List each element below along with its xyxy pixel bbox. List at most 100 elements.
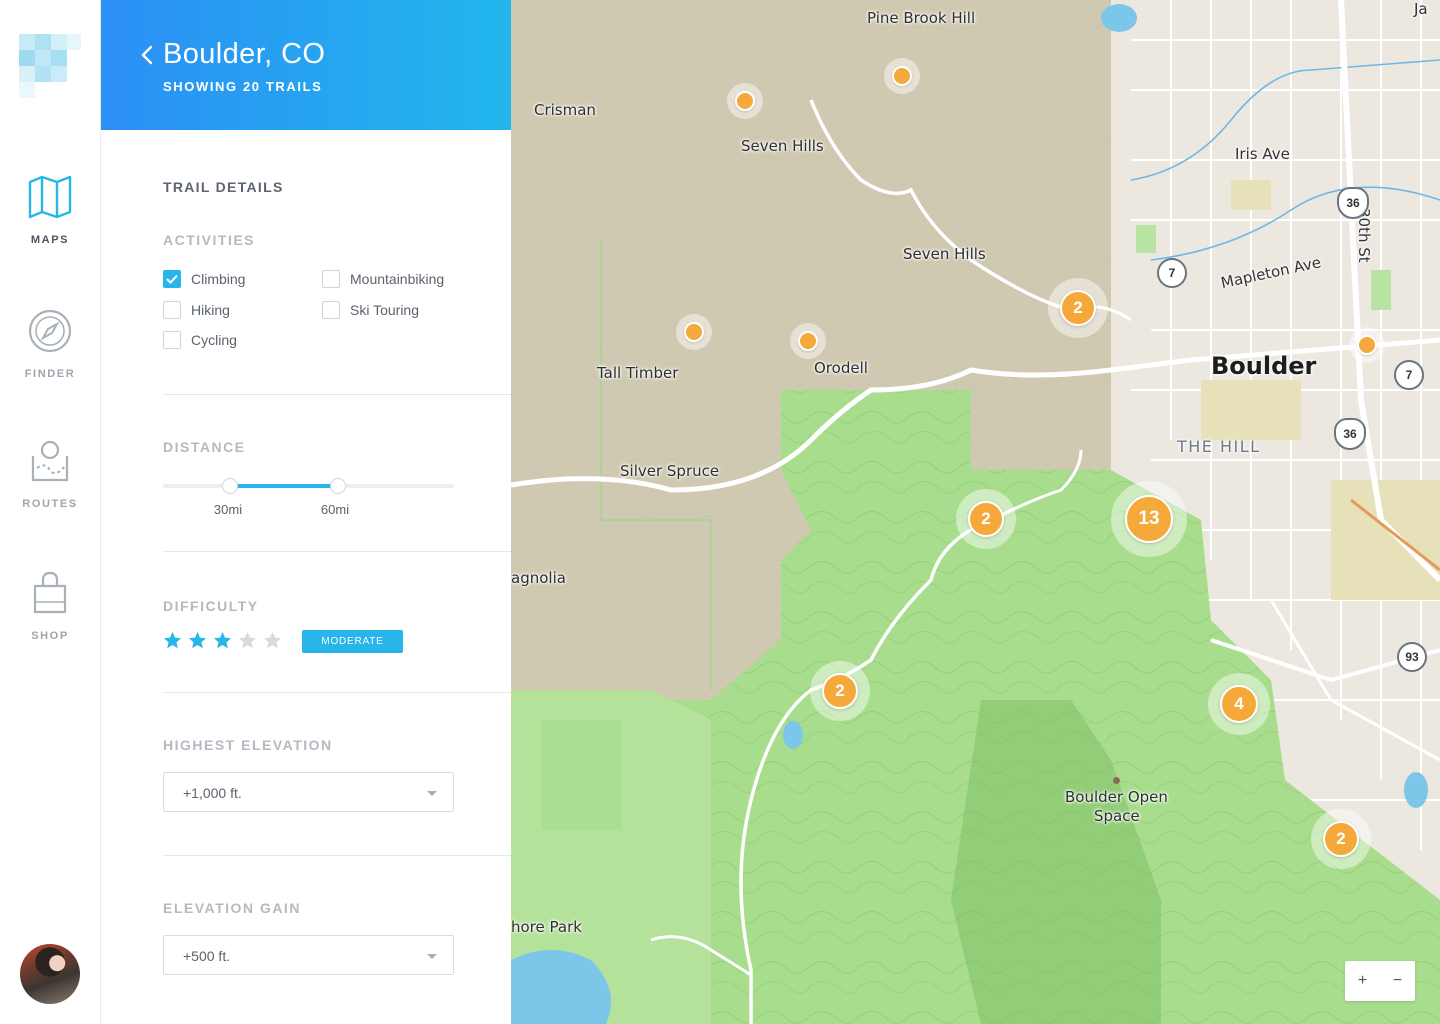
- user-avatar[interactable]: [20, 944, 80, 1004]
- elevation-gain-select[interactable]: +500 ft.: [163, 935, 454, 975]
- place-label: Pine Brook Hill: [867, 9, 976, 27]
- checkbox-box[interactable]: [163, 270, 181, 288]
- place-label: Space: [1094, 807, 1140, 825]
- checkbox-box[interactable]: [163, 301, 181, 319]
- highest-elevation-heading: HIGHEST ELEVATION: [163, 737, 333, 753]
- location-title: Boulder, CO: [163, 38, 326, 70]
- distance-max-value: 60mi: [320, 502, 350, 517]
- chevron-down-icon: [427, 791, 437, 796]
- star-filled-icon[interactable]: [163, 631, 182, 650]
- trail-marker[interactable]: [684, 322, 704, 342]
- divider: [163, 551, 511, 552]
- compass-icon: [28, 309, 72, 353]
- distance-slider-fill: [229, 484, 338, 488]
- checkbox-label: Climbing: [191, 271, 246, 287]
- nav-rail: MAPS FINDER ROUTES SHOP: [0, 0, 101, 1024]
- poi-marker: [1113, 777, 1120, 784]
- nav-maps-label: MAPS: [30, 234, 70, 246]
- elevation-gain-heading: ELEVATION GAIN: [163, 900, 301, 916]
- chevron-left-icon[interactable]: [140, 45, 154, 65]
- zoom-in-button[interactable]: +: [1345, 961, 1380, 1001]
- map-icon: [28, 175, 72, 219]
- nav-finder-label: FINDER: [24, 368, 76, 380]
- star-filled-icon[interactable]: [188, 631, 207, 650]
- difficulty-heading: DIFFICULTY: [163, 598, 259, 614]
- trail-cluster[interactable]: 2: [822, 673, 858, 709]
- checkbox-label: Mountainbiking: [350, 271, 445, 287]
- check-icon: [166, 274, 178, 284]
- trail-map[interactable]: Pine Brook Hill Crisman Seven Hills Seve…: [511, 0, 1440, 1024]
- nav-shop-label: SHOP: [31, 630, 69, 642]
- highway-shield: 36: [1337, 187, 1369, 219]
- nav-shop[interactable]: SHOP: [0, 570, 100, 642]
- checkbox-box[interactable]: [163, 331, 181, 349]
- divider: [163, 394, 511, 395]
- difficulty-badge: MODERATE: [302, 630, 403, 653]
- star-filled-icon[interactable]: [213, 631, 232, 650]
- shopping-bag-icon: [33, 571, 67, 614]
- nav-maps[interactable]: MAPS: [0, 174, 100, 246]
- trail-cluster[interactable]: 13: [1125, 495, 1173, 543]
- highway-shield: 36: [1334, 418, 1366, 450]
- trail-count: SHOWING 20 TRAILS: [163, 79, 323, 94]
- distance-min-handle[interactable]: [221, 478, 238, 494]
- trail-details-heading: TRAIL DETAILS: [163, 179, 284, 195]
- panel-header: Boulder, CO SHOWING 20 TRAILS: [101, 0, 511, 130]
- checkbox-climbing[interactable]: Climbing: [163, 270, 245, 288]
- place-label: Boulder Open: [1065, 788, 1168, 806]
- distance-min-value: 30mi: [213, 502, 243, 517]
- highway-shield: 7: [1394, 360, 1424, 390]
- checkbox-label: Ski Touring: [350, 302, 420, 318]
- place-label: Ja: [1414, 0, 1428, 18]
- checkbox-box[interactable]: [322, 270, 340, 288]
- checkbox-mountainbiking[interactable]: Mountainbiking: [322, 270, 444, 288]
- city-label: Boulder: [1211, 352, 1317, 380]
- star-empty-icon[interactable]: [238, 631, 257, 650]
- trail-marker[interactable]: [892, 66, 912, 86]
- zoom-controls: + −: [1345, 961, 1415, 1001]
- place-label: Seven Hills: [903, 245, 986, 263]
- activities-heading: ACTIVITIES: [163, 232, 256, 248]
- checkbox-ski-touring[interactable]: Ski Touring: [322, 301, 419, 319]
- checkbox-label: Cycling: [191, 332, 237, 348]
- difficulty-stars[interactable]: [163, 631, 282, 650]
- place-label: hore Park: [511, 918, 582, 936]
- distance-heading: DISTANCE: [163, 439, 246, 455]
- checkbox-label: Hiking: [191, 302, 230, 318]
- place-label: Seven Hills: [741, 137, 824, 155]
- chevron-down-icon: [427, 954, 437, 959]
- divider: [163, 855, 511, 856]
- nav-routes[interactable]: ROUTES: [0, 438, 100, 510]
- checkbox-hiking[interactable]: Hiking: [163, 301, 230, 319]
- distance-max-handle[interactable]: [329, 478, 346, 494]
- checkbox-box[interactable]: [322, 301, 340, 319]
- star-empty-icon[interactable]: [263, 631, 282, 650]
- highway-shield: 93: [1397, 642, 1427, 672]
- trail-marker[interactable]: [735, 91, 755, 111]
- place-label: agnolia: [511, 569, 566, 587]
- trail-marker[interactable]: [798, 331, 818, 351]
- highest-elevation-select[interactable]: +1,000 ft.: [163, 772, 454, 812]
- trail-cluster[interactable]: 2: [968, 501, 1004, 537]
- street-label: Iris Ave: [1235, 145, 1290, 163]
- divider: [163, 692, 511, 693]
- place-label: Orodell: [814, 359, 868, 377]
- distance-slider[interactable]: [163, 478, 454, 494]
- trail-marker[interactable]: [1357, 335, 1377, 355]
- app-logo: [19, 34, 81, 100]
- checkbox-cycling[interactable]: Cycling: [163, 331, 237, 349]
- trail-cluster[interactable]: 4: [1220, 685, 1258, 723]
- highway-shield: 7: [1157, 258, 1187, 288]
- nav-routes-label: ROUTES: [22, 498, 78, 510]
- neighborhood-label: THE HILL: [1177, 437, 1261, 456]
- trail-cluster[interactable]: 2: [1060, 290, 1096, 326]
- place-label: Silver Spruce: [620, 462, 720, 480]
- zoom-out-button[interactable]: −: [1380, 961, 1415, 1001]
- filter-panel: Boulder, CO SHOWING 20 TRAILS TRAIL DETA…: [101, 0, 511, 1024]
- trail-cluster[interactable]: 2: [1323, 821, 1359, 857]
- routes-icon: [31, 440, 69, 482]
- select-value: +500 ft.: [183, 948, 231, 964]
- place-label: Crisman: [534, 101, 596, 119]
- place-label: Tall Timber: [597, 364, 679, 382]
- nav-finder[interactable]: FINDER: [0, 308, 100, 380]
